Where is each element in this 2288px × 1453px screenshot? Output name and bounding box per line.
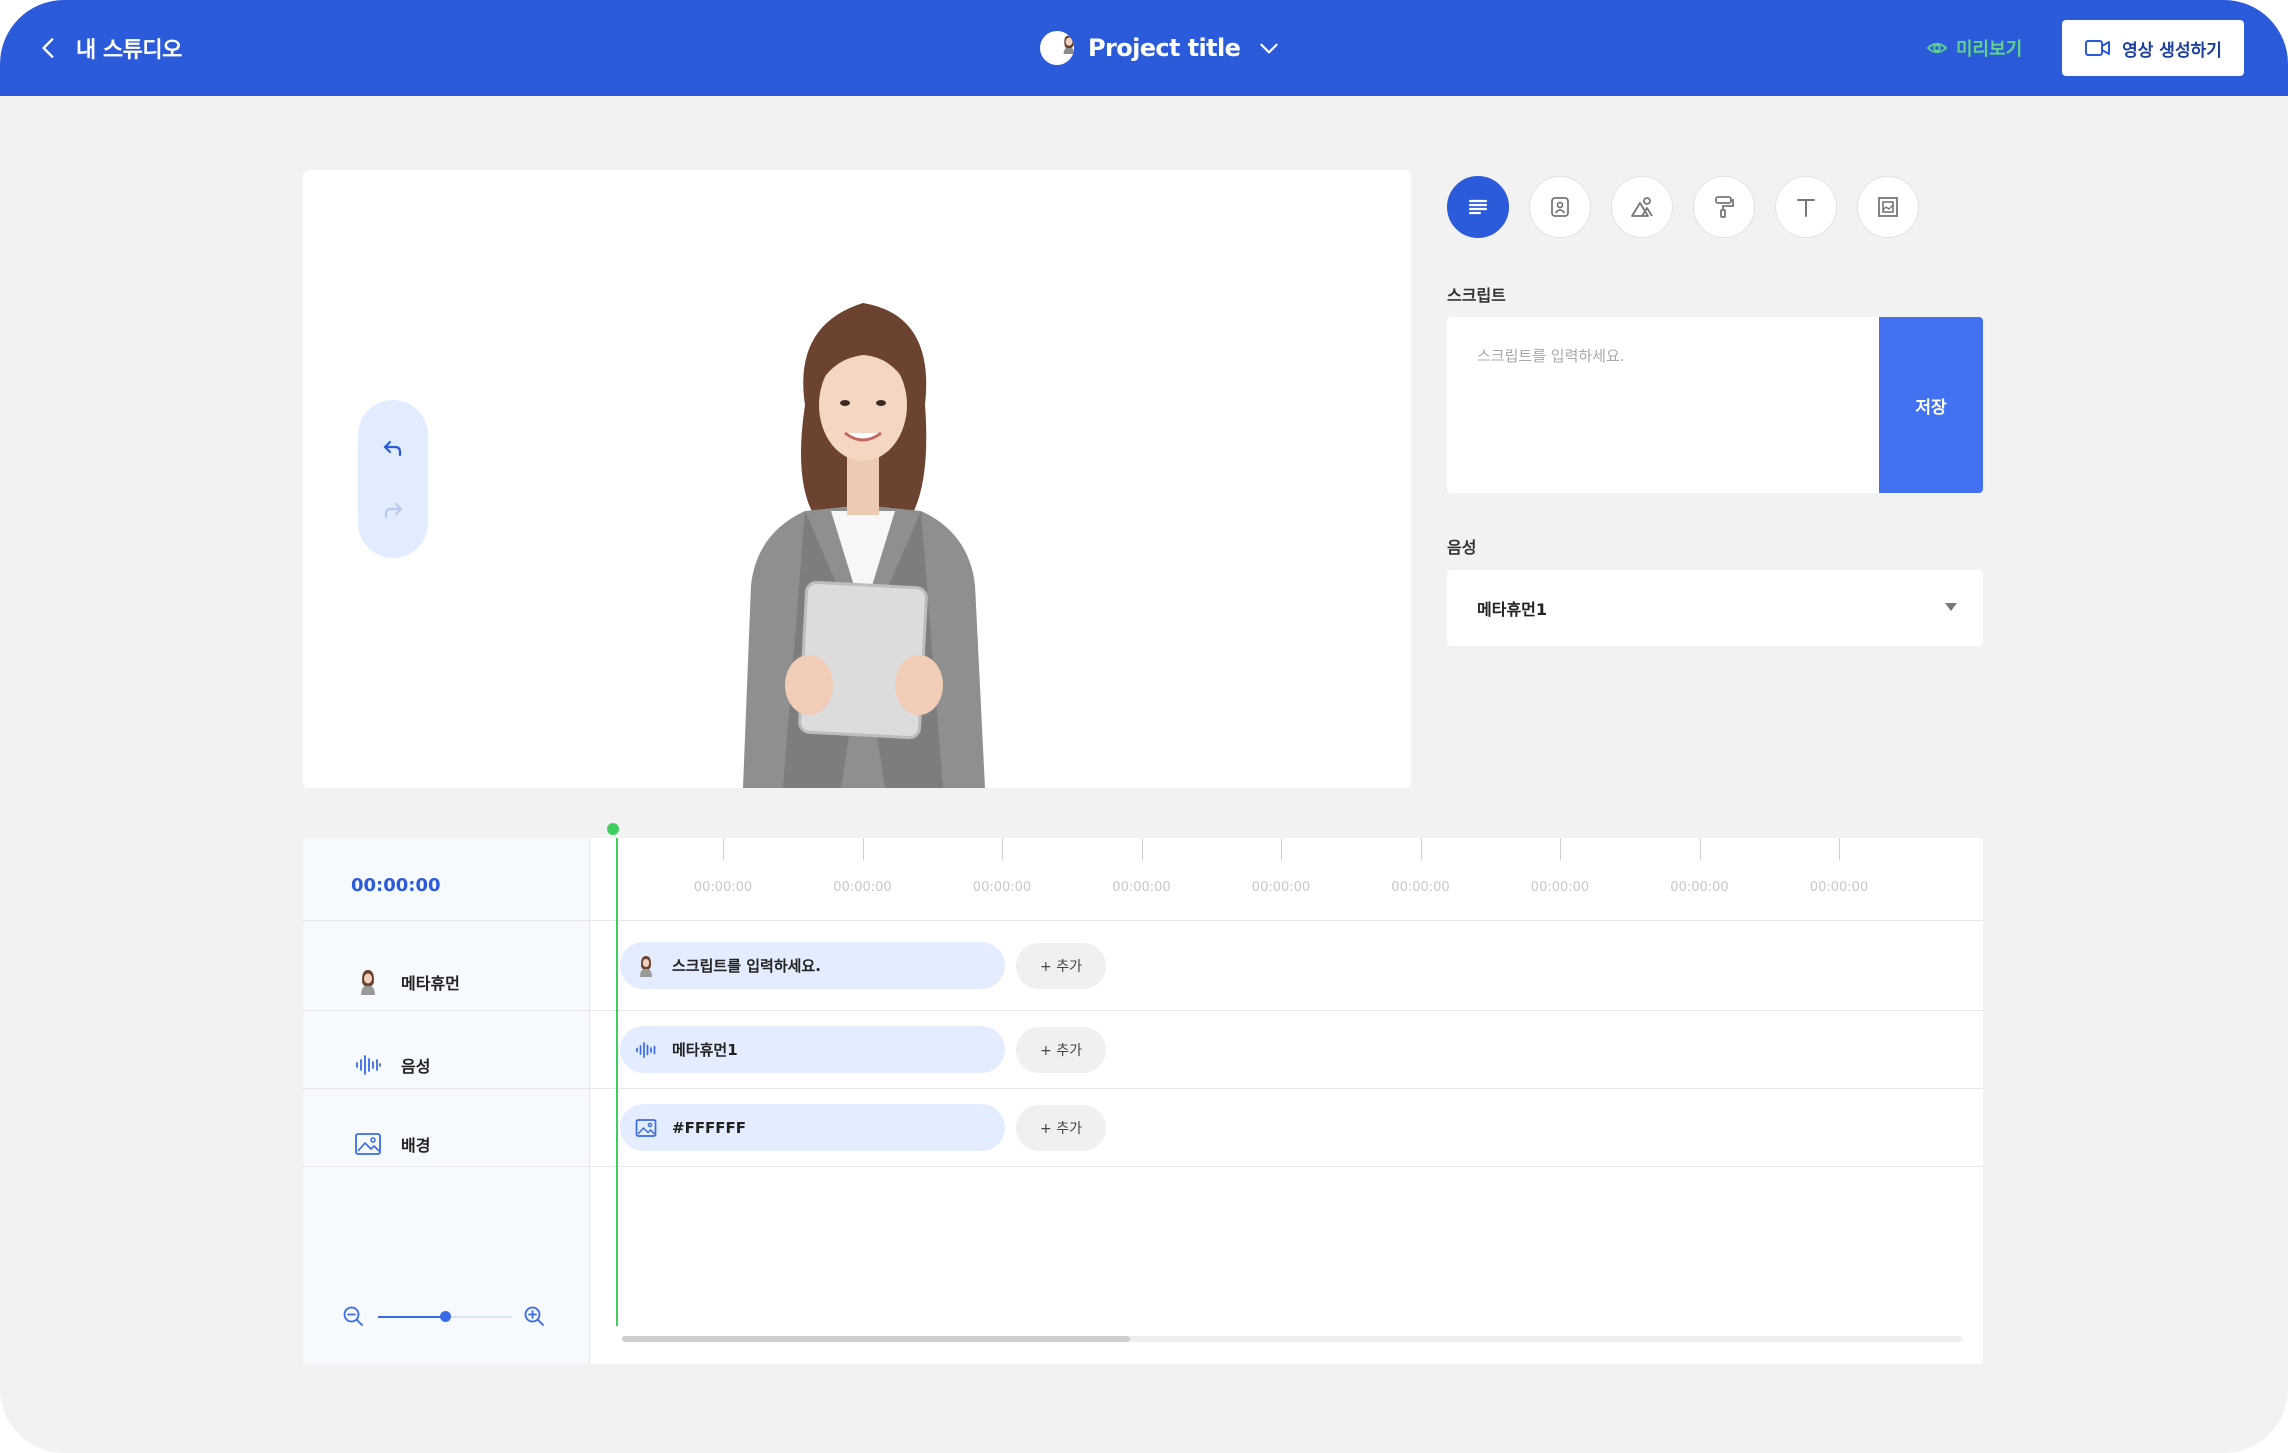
chevron-left-icon bbox=[42, 38, 54, 58]
ruler-tick-label: 00:00:00 bbox=[1670, 880, 1729, 895]
ruler-tick bbox=[1420, 838, 1422, 860]
text-t-icon bbox=[1797, 199, 1815, 217]
track-label-text: 음성 bbox=[401, 1057, 431, 1076]
script-lines-icon bbox=[1468, 199, 1488, 215]
clip-text: #FFFFFF bbox=[672, 1118, 747, 1137]
project-title-dropdown[interactable]: Project title bbox=[1040, 26, 1282, 70]
track-label-background[interactable]: 배경 bbox=[353, 1128, 430, 1160]
timeline-track-labels: 00:00:00 메타휴먼 음성 배경 bbox=[303, 838, 590, 1364]
eye-icon bbox=[1926, 42, 1948, 54]
top-bar: 내 스튜디오 Project title 미리보기 영상 생성하기 bbox=[0, 0, 2288, 96]
clip-background[interactable]: #FFFFFF bbox=[620, 1104, 1005, 1151]
undo-redo-pill bbox=[358, 400, 428, 558]
zoom-slider-fill bbox=[378, 1316, 445, 1318]
row-divider bbox=[303, 1088, 1983, 1089]
tab-elements[interactable] bbox=[1611, 176, 1673, 238]
voice-selected-value: 메타휴먼1 bbox=[1477, 600, 1548, 619]
clip-voice[interactable]: 메타휴먼1 bbox=[620, 1026, 1005, 1073]
save-button[interactable]: 저장 bbox=[1879, 317, 1983, 493]
voice-select[interactable]: 메타휴먼1 bbox=[1447, 570, 1983, 646]
tab-script[interactable] bbox=[1447, 176, 1509, 238]
avatar-frame-icon bbox=[1551, 197, 1569, 217]
ruler-tick bbox=[1839, 838, 1840, 860]
script-box: 저장 bbox=[1447, 317, 1983, 493]
zoom-out-icon[interactable] bbox=[341, 1304, 365, 1328]
script-label: 스크립트 bbox=[1447, 286, 1506, 305]
ruler-tick bbox=[1141, 838, 1143, 860]
redo-icon[interactable] bbox=[381, 498, 405, 522]
waveform-icon bbox=[634, 1038, 658, 1062]
clip-text: 메타휴먼1 bbox=[672, 1041, 738, 1059]
zoom-in-icon[interactable] bbox=[522, 1304, 546, 1328]
row-divider bbox=[303, 1166, 1983, 1167]
tab-image[interactable] bbox=[1857, 176, 1919, 238]
waveform-icon bbox=[353, 1050, 383, 1080]
ruler-tick bbox=[862, 838, 864, 860]
track-label-metahuman[interactable]: 메타휴먼 bbox=[353, 966, 460, 998]
ruler-tick bbox=[723, 838, 724, 860]
undo-icon[interactable] bbox=[381, 436, 405, 460]
track-label-text: 배경 bbox=[401, 1136, 431, 1155]
playhead-line[interactable] bbox=[616, 838, 618, 1326]
avatar-icon bbox=[353, 967, 383, 997]
ruler-tick bbox=[1560, 838, 1561, 860]
back-label: 내 스튜디오 bbox=[76, 38, 182, 63]
timeline: 00:00:00 메타휴먼 음성 배경 00:00:00 00:00:00 00… bbox=[303, 838, 1983, 1364]
clip-text: 스크립트를 입력하세요. bbox=[672, 957, 821, 975]
image-frame-icon bbox=[1878, 197, 1898, 217]
back-to-studio-button[interactable]: 내 스튜디오 bbox=[36, 26, 182, 70]
video-canvas[interactable] bbox=[303, 170, 1411, 788]
voice-label: 음성 bbox=[1447, 538, 1477, 557]
app-window: 내 스튜디오 Project title 미리보기 영상 생성하기 스크립트 스… bbox=[0, 0, 2288, 1453]
image-icon bbox=[634, 1116, 658, 1140]
dropdown-caret-icon bbox=[1945, 603, 1957, 611]
ruler-tick-label: 00:00:00 bbox=[1112, 880, 1171, 895]
track-label-text: 메타휴먼 bbox=[401, 974, 460, 993]
chevron-down-icon bbox=[1260, 43, 1279, 54]
track-label-voice[interactable]: 음성 bbox=[353, 1049, 430, 1081]
ruler-tick-label: 00:00:00 bbox=[1251, 880, 1311, 895]
ruler-tick bbox=[1699, 838, 1701, 860]
ruler-tick-label: 00:00:00 bbox=[1530, 880, 1590, 895]
add-voice-button[interactable]: + 추가 bbox=[1016, 1027, 1106, 1073]
shapes-icon bbox=[1631, 197, 1653, 217]
ruler-tick-label: 00:00:00 bbox=[833, 880, 892, 895]
ruler-tick bbox=[1002, 838, 1003, 860]
ruler-tick-label: 00:00:00 bbox=[693, 880, 753, 895]
ruler-tick-label: 00:00:00 bbox=[1391, 880, 1450, 895]
zoom-slider-knob[interactable] bbox=[440, 1311, 451, 1322]
video-camera-icon bbox=[2085, 40, 2111, 56]
metahuman-avatar-figure[interactable] bbox=[713, 285, 1013, 788]
image-icon bbox=[353, 1129, 383, 1159]
ruler-tick-label: 00:00:00 bbox=[1809, 880, 1869, 895]
add-metahuman-button[interactable]: + 추가 bbox=[1016, 943, 1106, 989]
add-background-button[interactable]: + 추가 bbox=[1016, 1105, 1106, 1151]
tab-text[interactable] bbox=[1775, 176, 1837, 238]
preview-label: 미리보기 bbox=[1956, 39, 2023, 60]
paint-roller-icon bbox=[1715, 196, 1734, 218]
script-input[interactable] bbox=[1447, 317, 1877, 493]
create-video-label: 영상 생성하기 bbox=[2122, 40, 2222, 61]
playhead-handle[interactable] bbox=[607, 823, 619, 835]
create-video-button[interactable]: 영상 생성하기 bbox=[2062, 20, 2244, 76]
row-divider bbox=[303, 920, 1983, 921]
ruler-tick bbox=[1281, 838, 1282, 860]
preview-button[interactable]: 미리보기 bbox=[1926, 30, 2022, 66]
tab-background[interactable] bbox=[1693, 176, 1755, 238]
project-title: Project title bbox=[1088, 34, 1241, 62]
clip-metahuman[interactable]: 스크립트를 입력하세요. bbox=[620, 942, 1005, 989]
tab-avatar[interactable] bbox=[1529, 176, 1591, 238]
current-time: 00:00:00 bbox=[351, 875, 441, 896]
project-avatar bbox=[1040, 31, 1074, 65]
timeline-scrollbar-thumb[interactable] bbox=[622, 1336, 1130, 1342]
row-divider bbox=[303, 1010, 1983, 1011]
avatar-icon bbox=[634, 954, 658, 978]
ruler-tick-label: 00:00:00 bbox=[972, 880, 1032, 895]
